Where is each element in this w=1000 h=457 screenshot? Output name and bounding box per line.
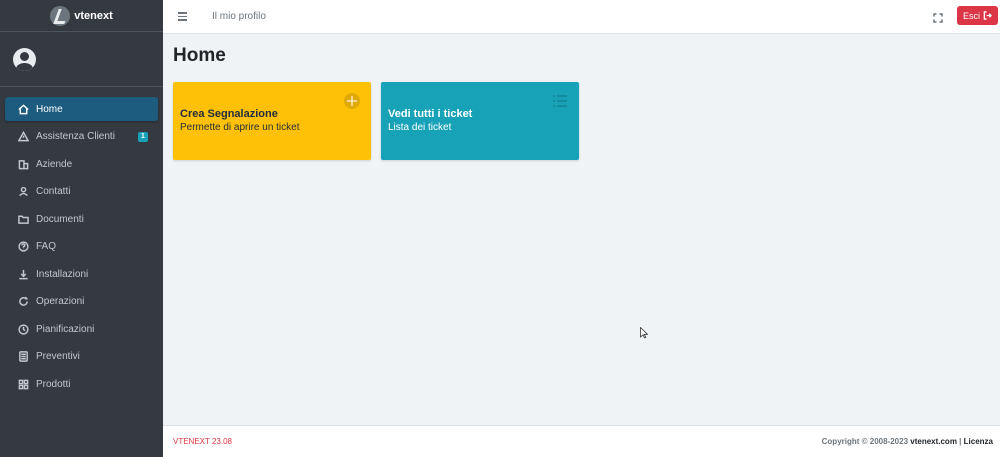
- home-icon: [18, 103, 29, 115]
- sidebar-item-documenti[interactable]: Documenti: [5, 207, 158, 231]
- brand-logo-icon: [50, 5, 71, 26]
- refresh-icon: [18, 296, 29, 307]
- sidebar-item-installazioni[interactable]: Installazioni: [5, 262, 158, 286]
- warning-icon: [18, 131, 29, 142]
- page-title: Home: [173, 45, 226, 66]
- sidebar-item-contatti[interactable]: Contatti: [5, 180, 158, 204]
- sidebar-item-label: Pianificazioni: [36, 323, 95, 335]
- footer-separator: |: [959, 437, 962, 446]
- list-icon: [552, 93, 568, 109]
- card-title: Crea Segnalazione: [180, 108, 278, 120]
- sidebar-item-label: Contatti: [36, 186, 71, 197]
- top-navbar: Il mio profilo Esci: [163, 0, 1000, 34]
- sidebar-item-faq[interactable]: FAQ: [5, 235, 158, 259]
- sidebar-item-pianificazioni[interactable]: Pianificazioni: [5, 317, 158, 341]
- sidebar-nav: Home Assistenza Clienti 1 Aziende Contat…: [0, 87, 163, 396]
- profile-link[interactable]: Il mio profilo: [212, 11, 266, 22]
- copyright-site-link[interactable]: vtenext.com: [910, 437, 957, 446]
- sidebar-item-label: Aziende: [36, 158, 73, 170]
- clock-icon: [18, 323, 29, 335]
- mouse-cursor-icon: [640, 327, 648, 339]
- sidebar-item-label: Prodotti: [36, 378, 71, 390]
- user-panel: [0, 32, 163, 87]
- sidebar-item-label: Home: [36, 103, 63, 115]
- card-subtitle: Lista dei ticket: [388, 122, 452, 133]
- brand-link[interactable]: vtenext: [0, 0, 163, 32]
- card-subtitle: Permette di aprire un ticket: [180, 122, 300, 133]
- user-icon: [18, 186, 29, 197]
- card-title: Vedi tutti i ticket: [388, 108, 473, 120]
- logout-button[interactable]: Esci: [956, 6, 998, 25]
- sidebar-item-label: Installazioni: [36, 268, 89, 280]
- hamburger-menu-icon[interactable]: [178, 12, 192, 21]
- grid-icon: [18, 379, 29, 390]
- sign-out-icon: [983, 11, 992, 20]
- sidebar-item-label: Documenti: [36, 213, 84, 225]
- brand-name: vtenext: [74, 9, 113, 22]
- logout-label: Esci: [962, 10, 980, 21]
- sidebar-item-label: Assistenza Clienti: [36, 131, 115, 142]
- question-icon: [18, 241, 29, 252]
- copyright: Copyright © 2008-2023 vtenext.com | Lice…: [822, 437, 993, 446]
- plus-circle-icon: [344, 93, 360, 109]
- sidebar-item-operazioni[interactable]: Operazioni: [5, 290, 158, 314]
- sidebar-item-label: FAQ: [36, 241, 57, 252]
- footer: VTENEXT 23.08 Copyright © 2008-2023 vten…: [163, 425, 1000, 457]
- sidebar-item-label: Operazioni: [36, 296, 85, 307]
- download-icon: [18, 269, 29, 280]
- sidebar-item-label: Preventivi: [36, 351, 80, 362]
- view-tickets-card[interactable]: Vedi tutti i ticket Lista dei ticket: [381, 82, 579, 160]
- notification-badge: 1: [138, 131, 148, 142]
- calculator-icon: [18, 351, 29, 362]
- sidebar-item-prodotti[interactable]: Prodotti: [5, 372, 158, 396]
- sidebar-item-home[interactable]: Home: [5, 97, 158, 121]
- copyright-prefix: Copyright © 2008-2023: [821, 437, 909, 446]
- sidebar-item-aziende[interactable]: Aziende: [5, 152, 158, 176]
- building-icon: [18, 159, 29, 170]
- fullscreen-icon[interactable]: [933, 10, 943, 23]
- license-link[interactable]: Licenza: [964, 437, 993, 446]
- avatar[interactable]: [13, 47, 36, 71]
- folder-icon: [18, 214, 29, 225]
- sidebar: vtenext Home Assistenza Clienti 1 Aziend…: [0, 0, 163, 457]
- sidebar-item-preventivi[interactable]: Preventivi: [5, 345, 158, 369]
- version-label: VTENEXT 23.08: [173, 437, 232, 446]
- sidebar-item-assistenza-clienti[interactable]: Assistenza Clienti 1: [5, 125, 158, 149]
- create-ticket-card[interactable]: Crea Segnalazione Permette di aprire un …: [173, 82, 371, 160]
